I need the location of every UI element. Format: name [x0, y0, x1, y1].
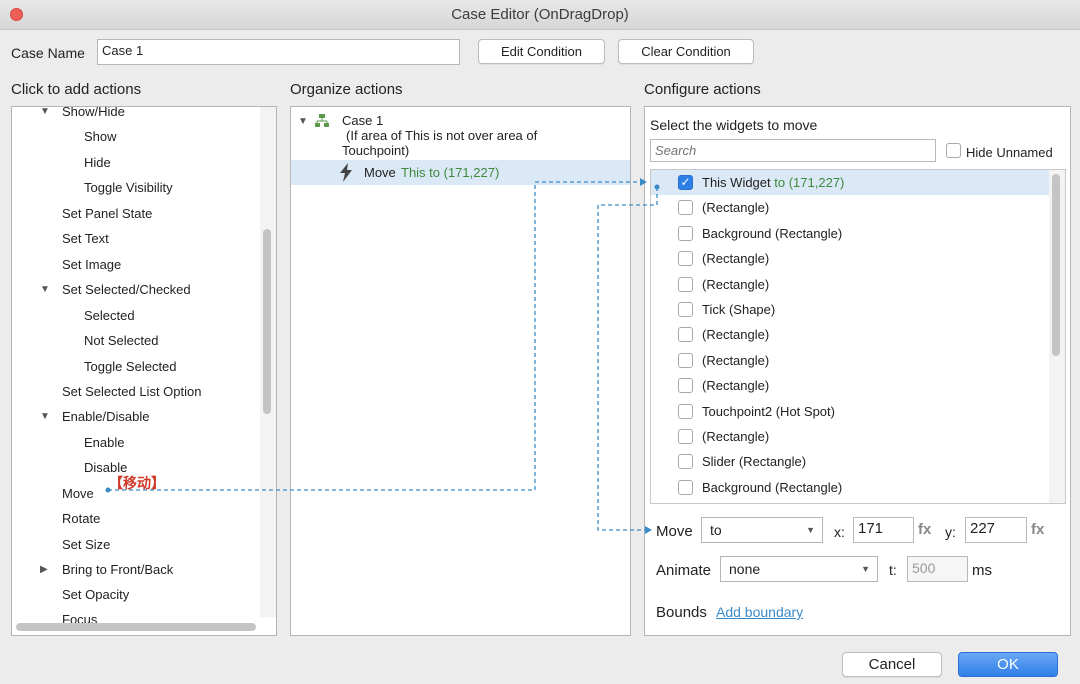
connector-arrow-move — [645, 526, 652, 534]
connector-dot-widget — [654, 184, 660, 190]
connector-widget-to-move — [597, 187, 658, 531]
move-annotation: 【移动】 — [109, 475, 165, 491]
annotation-connectors — [105, 178, 660, 534]
ok-button[interactable]: OK — [958, 652, 1058, 677]
connector-move-to-action — [108, 181, 640, 491]
cancel-button[interactable]: Cancel — [842, 652, 942, 677]
connector-arrow-widget — [640, 178, 647, 186]
